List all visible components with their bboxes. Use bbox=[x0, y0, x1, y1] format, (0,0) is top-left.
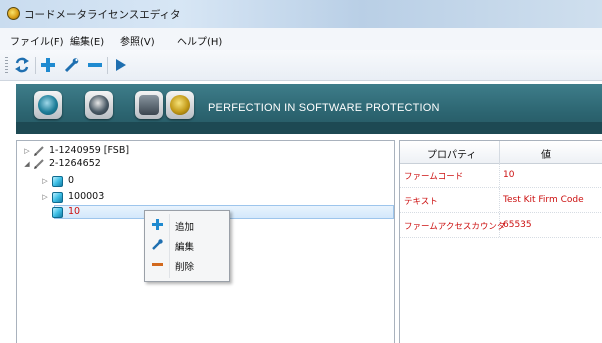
cell-divider bbox=[499, 163, 501, 187]
cube-icon bbox=[51, 175, 63, 187]
property-value[interactable]: 10 bbox=[503, 170, 514, 180]
column-divider[interactable] bbox=[499, 141, 500, 163]
window-title: コードメータライセンスエディタ bbox=[24, 9, 181, 21]
tree-node-label: 0 bbox=[68, 175, 75, 186]
context-menu-edit[interactable]: 編集 bbox=[147, 235, 227, 254]
property-row[interactable]: ファームアクセスカウンタ 65535 bbox=[400, 213, 602, 238]
column-header-property[interactable]: プロパティ bbox=[427, 146, 476, 161]
tree-node[interactable]: ▷ 100003 bbox=[41, 190, 104, 203]
expand-arrow-icon[interactable]: ▷ bbox=[41, 177, 49, 185]
pen-icon bbox=[33, 145, 45, 157]
banner-strip bbox=[16, 122, 602, 134]
property-key: ファームアクセスカウンタ bbox=[404, 222, 506, 232]
cube-icon bbox=[51, 206, 63, 218]
property-value[interactable]: Test Kit Firm Code bbox=[503, 195, 584, 205]
title-bar[interactable]: コードメータライセンスエディタ bbox=[0, 0, 602, 28]
property-key: テキスト bbox=[404, 197, 438, 207]
property-row[interactable]: テキスト Test Kit Firm Code bbox=[400, 188, 602, 213]
context-menu-label: 追加 bbox=[175, 222, 195, 233]
tree-node-label: 1-1240959 [FSB] bbox=[49, 145, 130, 156]
pen-icon bbox=[33, 158, 45, 170]
menu-view[interactable]: 参照(V) bbox=[120, 33, 155, 48]
app-window: コードメータライセンスエディタ ファイル(F) 編集(E) 参照(V) ヘルプ(… bbox=[0, 0, 602, 343]
browser-icon[interactable] bbox=[85, 91, 113, 119]
expand-arrow-icon[interactable]: ▷ bbox=[41, 193, 49, 201]
context-menu-add[interactable]: 追加 bbox=[147, 215, 227, 234]
cell-divider bbox=[499, 188, 501, 212]
toolbar-separator bbox=[107, 57, 108, 74]
tree-node-label: 2-1264652 bbox=[49, 158, 101, 169]
banner: PERFECTION IN SOFTWARE PROTECTION bbox=[16, 84, 602, 134]
edit-icon bbox=[152, 239, 163, 250]
menu-help[interactable]: ヘルプ(H) bbox=[177, 33, 222, 48]
context-menu-label: 編集 bbox=[175, 242, 195, 253]
toolbar-grip[interactable] bbox=[5, 57, 8, 74]
menu-bar: ファイル(F) 編集(E) 参照(V) ヘルプ(H) bbox=[0, 28, 602, 51]
left-margin bbox=[0, 134, 16, 343]
context-menu-delete[interactable]: 削除 bbox=[147, 255, 227, 274]
tree-node-selected[interactable]: 10 bbox=[51, 205, 80, 218]
tree-node[interactable]: ◢ 2-1264652 bbox=[23, 157, 101, 170]
column-header-value[interactable]: 値 bbox=[541, 146, 551, 161]
refresh-icon[interactable] bbox=[13, 56, 31, 74]
expand-arrow-icon[interactable]: ▷ bbox=[23, 147, 31, 155]
tree-node[interactable]: ▷ 1-1240959 [FSB] bbox=[23, 144, 129, 157]
menu-file[interactable]: ファイル(F) bbox=[10, 33, 64, 48]
edit-icon[interactable] bbox=[62, 56, 80, 74]
cube-icon bbox=[51, 191, 63, 203]
property-grid: プロパティ 値 ファームコード 10 テキスト Test Kit Firm Co… bbox=[399, 140, 602, 343]
toolbar-separator bbox=[35, 57, 36, 74]
toolbar bbox=[0, 50, 602, 81]
codemeter-icon[interactable] bbox=[34, 91, 62, 119]
property-header: プロパティ 値 bbox=[400, 141, 602, 164]
add-icon bbox=[152, 219, 163, 230]
banner-tagline: PERFECTION IN SOFTWARE PROTECTION bbox=[208, 102, 440, 114]
property-value[interactable]: 65535 bbox=[503, 220, 532, 230]
menu-edit[interactable]: 編集(E) bbox=[70, 33, 104, 48]
tree-node-label: 100003 bbox=[68, 191, 105, 202]
context-menu: 追加 編集 削除 bbox=[144, 210, 230, 282]
play-icon[interactable] bbox=[111, 56, 129, 74]
remove-icon bbox=[152, 259, 163, 270]
license-icon[interactable] bbox=[135, 91, 163, 119]
add-icon[interactable] bbox=[39, 56, 57, 74]
gear-icon[interactable] bbox=[166, 91, 194, 119]
codemeter-app-icon bbox=[7, 7, 20, 20]
tree-node[interactable]: ▷ 0 bbox=[41, 174, 74, 187]
tree-node-label: 10 bbox=[68, 206, 81, 217]
collapse-arrow-icon[interactable]: ◢ bbox=[23, 160, 31, 168]
property-row[interactable]: ファームコード 10 bbox=[400, 163, 602, 188]
property-key: ファームコード bbox=[404, 172, 464, 182]
remove-icon[interactable] bbox=[86, 56, 104, 74]
context-menu-label: 削除 bbox=[175, 262, 195, 273]
